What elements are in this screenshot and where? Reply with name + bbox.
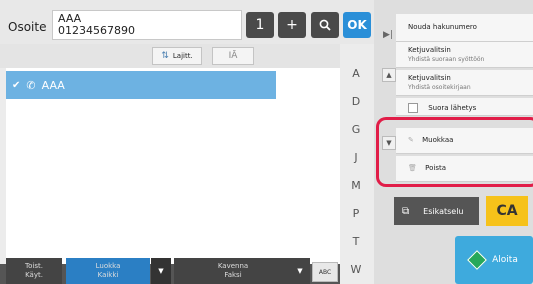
preview-label: Esikatselu — [423, 206, 464, 216]
narrow-label: Kavenna — [217, 262, 249, 270]
chain-dial-direct-item[interactable]: Ketjuvalitsin Yhdistä suoraan syöttöön — [396, 42, 533, 68]
preview-icon: ⧉ — [402, 205, 410, 217]
narrow-value: Faksi — [224, 271, 242, 279]
chain-dial-direct-title: Ketjuvalitsin — [408, 46, 451, 54]
fetch-number-item[interactable]: Nouda hakunumero — [396, 14, 533, 42]
recent-used-button[interactable]: Toist. Käyt. — [6, 258, 62, 284]
sort-bar: ⇅ Lajitt. IĀ — [0, 44, 340, 68]
scroll-up-button[interactable]: ▲ — [382, 68, 396, 82]
view-toggle-button[interactable]: IĀ — [212, 47, 254, 65]
arrow-up-icon: ▲ — [386, 71, 392, 79]
start-icon — [467, 250, 488, 270]
recent-label-2: Käyt. — [25, 271, 43, 279]
recent-label-1: Toist. — [25, 262, 43, 270]
count-button[interactable]: 1 — [246, 12, 274, 38]
narrow-button[interactable]: Kavenna Faksi — [174, 258, 292, 284]
index-letter[interactable]: A — [340, 67, 372, 80]
sort-button[interactable]: ⇅ Lajitt. — [152, 47, 202, 65]
address-field[interactable]: AAA 01234567890 — [52, 10, 242, 40]
chain-dial-book-sub: Yhdistä osoitekirjaan — [408, 84, 471, 91]
narrow-dropdown[interactable]: ▼ — [290, 258, 310, 284]
collapse-arrow-icon[interactable]: ▶| — [383, 30, 393, 40]
view-toggle-icon: IĀ — [228, 51, 238, 61]
search-icon — [319, 19, 331, 31]
search-button[interactable] — [311, 12, 339, 38]
index-letter[interactable]: J — [340, 151, 372, 164]
direct-send-checkbox[interactable] — [408, 103, 418, 113]
index-letter[interactable]: P — [340, 207, 372, 220]
direct-send-label: Suora lähetys — [428, 104, 477, 112]
chevron-down-icon: ▼ — [158, 267, 164, 275]
list-item-name: AAA — [41, 78, 65, 92]
checkmark-icon: ✔ — [12, 79, 21, 91]
chain-dial-direct-sub: Yhdistä suoraan syöttöön — [408, 56, 485, 63]
index-letter[interactable]: M — [340, 179, 372, 192]
chain-dial-book-title: Ketjuvalitsin — [408, 74, 451, 82]
add-button[interactable]: + — [278, 12, 306, 38]
index-letter[interactable]: W — [340, 263, 372, 276]
sort-label: Lajitt. — [172, 52, 193, 60]
address-bar: Osoite AAA 01234567890 1 + OK — [0, 0, 374, 44]
index-letter[interactable]: T — [340, 235, 372, 248]
index-letter[interactable]: D — [340, 95, 372, 108]
direct-send-item[interactable]: Suora lähetys — [396, 98, 533, 116]
category-dropdown[interactable]: ▼ — [151, 258, 171, 284]
fetch-number-label: Nouda hakunumero — [408, 23, 477, 31]
start-button[interactable]: Aloita — [455, 236, 533, 284]
address-list: ✔ ✆ AAA — [6, 68, 340, 264]
index-letter[interactable]: G — [340, 123, 372, 136]
abc-button[interactable]: ABC — [312, 262, 338, 282]
chevron-down-icon: ▼ — [297, 267, 303, 275]
chain-dial-book-item[interactable]: Ketjuvalitsin Yhdistä osoitekirjaan — [396, 70, 533, 96]
category-value: Kaikki — [97, 271, 119, 279]
highlight-frame — [376, 117, 533, 187]
address-label: Osoite — [8, 20, 47, 34]
sort-icon: ⇅ — [161, 51, 169, 61]
index-column: A D G J M P T W — [340, 56, 372, 282]
phone-icon: ✆ — [26, 78, 36, 92]
start-label: Aloita — [492, 255, 518, 265]
clear-all-button[interactable]: CA — [486, 196, 528, 226]
category-button[interactable]: Luokka Kaikki — [66, 258, 150, 284]
list-item[interactable]: ✔ ✆ AAA — [6, 71, 276, 99]
address-number: 01234567890 — [58, 24, 135, 37]
ok-button[interactable]: OK — [343, 12, 371, 38]
category-label: Luokka — [95, 262, 121, 270]
preview-button[interactable]: ⧉ Esikatselu — [394, 197, 479, 225]
